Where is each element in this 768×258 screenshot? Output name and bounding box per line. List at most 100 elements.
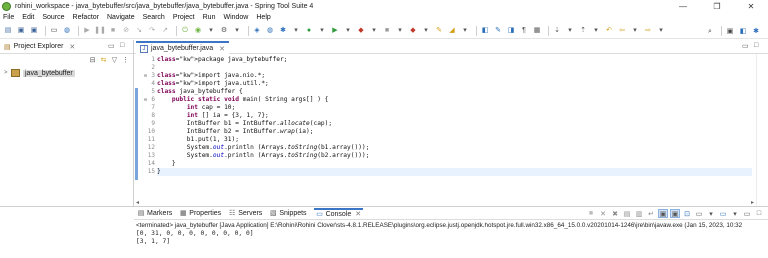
coverage-icon[interactable]: ◆ <box>356 26 366 36</box>
editor-horizontal-scrollbar[interactable]: ◂ ▸ <box>134 199 756 206</box>
dropdown-icon[interactable]: ▾ <box>395 26 405 36</box>
remove-all-terminated-icon[interactable]: ✖ <box>610 209 620 218</box>
dropdown-icon[interactable]: ▾ <box>369 26 379 36</box>
collapse-all-icon[interactable]: ⊟ <box>88 55 97 64</box>
clear-console-icon[interactable]: ▤ <box>622 209 632 218</box>
dropdown-icon[interactable]: ▾ <box>460 26 470 36</box>
menu-search[interactable]: Search <box>143 14 165 21</box>
menu-refactor[interactable]: Refactor <box>73 14 99 21</box>
new-class-icon[interactable]: ◢ <box>447 26 457 36</box>
close-icon[interactable]: ✕ <box>69 43 75 51</box>
step-return-icon[interactable]: ↗ <box>160 26 170 36</box>
last-edit-icon[interactable]: ↶ <box>604 26 614 36</box>
fold-icon[interactable]: ⊖ <box>144 72 147 80</box>
menu-navigate[interactable]: Navigate <box>107 14 135 21</box>
toggle-mark-icon[interactable]: ◨ <box>506 26 516 36</box>
block-selection-icon[interactable]: ▦ <box>532 26 542 36</box>
open-type-icon[interactable]: ◈ <box>252 26 262 36</box>
search-icon[interactable]: ⌕ <box>705 26 715 36</box>
pin-console-icon[interactable]: ⊡ <box>682 209 692 218</box>
settings-icon[interactable]: ⚙ <box>219 26 229 36</box>
java-perspective-icon[interactable]: ◧ <box>738 26 748 36</box>
terminate-icon[interactable]: ■ <box>586 209 596 218</box>
tab-console[interactable]: ▭ Console ✕ <box>313 208 364 218</box>
show-on-stderr-icon[interactable]: ▣ <box>670 209 680 218</box>
scroll-left-icon[interactable]: ◂ <box>136 199 139 206</box>
show-on-stdout-icon[interactable]: ▣ <box>658 209 668 218</box>
run-icon[interactable]: ● <box>304 26 314 36</box>
dropdown-icon[interactable]: ▾ <box>591 26 601 36</box>
maximize-view-icon[interactable]: □ <box>754 209 764 218</box>
maximize-view-icon[interactable]: □ <box>754 42 758 49</box>
dropdown-icon[interactable]: ▾ <box>630 26 640 36</box>
tree-item-java-bytebuffer[interactable]: > java_bytebuffer <box>4 68 75 78</box>
debug-icon[interactable]: ✱ <box>278 26 288 36</box>
editor-tab-java-bytebuffer[interactable]: J java_bytebuffer.java ✕ <box>136 41 230 54</box>
minimize-button[interactable]: — <box>666 0 700 12</box>
tab-properties[interactable]: ▦ Properties <box>179 209 221 218</box>
scroll-right-icon[interactable]: ▸ <box>751 199 754 206</box>
project-explorer-tab[interactable]: ▤ Project Explorer ✕ ▭ □ <box>0 40 133 54</box>
globe-icon[interactable]: ◍ <box>265 26 275 36</box>
menu-run[interactable]: Run <box>203 14 216 21</box>
minimize-view-icon[interactable]: ▭ <box>742 209 752 218</box>
menu-edit[interactable]: Edit <box>22 14 34 21</box>
menu-source[interactable]: Source <box>42 14 64 21</box>
disconnect-icon[interactable]: ⊘ <box>121 26 131 36</box>
maximize-view-icon[interactable]: □ <box>120 42 124 49</box>
chevron-right-icon[interactable]: > <box>4 70 11 76</box>
menu-file[interactable]: File <box>3 14 14 21</box>
terminate-icon[interactable]: ■ <box>108 26 118 36</box>
tab-markers[interactable]: ▤ Markers <box>137 209 173 218</box>
dropdown-icon[interactable]: ▾ <box>291 26 301 36</box>
pen-icon[interactable]: ✎ <box>493 26 503 36</box>
dropdown-icon[interactable]: ▾ <box>317 26 327 36</box>
menu-project[interactable]: Project <box>173 14 195 21</box>
step-over-icon[interactable]: ↷ <box>147 26 157 36</box>
view-menu-icon[interactable]: ⋮ <box>121 55 130 64</box>
dropdown-icon[interactable]: ▾ <box>565 26 575 36</box>
dropdown-icon[interactable]: ▾ <box>232 26 242 36</box>
show-whitespace-icon[interactable]: ¶ <box>519 26 529 36</box>
terminal-icon[interactable]: ▭ <box>49 26 59 36</box>
minimize-view-icon[interactable]: ▭ <box>742 42 749 50</box>
run-last-icon[interactable]: ▶ <box>330 26 340 36</box>
open-console-icon[interactable]: ▭ <box>718 209 728 218</box>
link-with-editor-icon[interactable]: ⇆ <box>99 55 108 64</box>
menu-window[interactable]: Window <box>223 14 248 21</box>
close-button[interactable]: ✕ <box>734 0 768 12</box>
close-icon[interactable]: ✕ <box>219 45 225 53</box>
boot-dashboard-icon[interactable]: ⏻ <box>180 26 190 36</box>
skip-breakpoints-icon[interactable]: ◍ <box>62 26 72 36</box>
dropdown-icon[interactable]: ▾ <box>343 26 353 36</box>
tab-servers[interactable]: ☷ Servers <box>228 209 262 218</box>
dropdown-icon[interactable]: ▾ <box>421 26 431 36</box>
dropdown-icon[interactable]: ▾ <box>730 209 740 218</box>
new-package-icon[interactable]: ✎ <box>434 26 444 36</box>
open-perspective-icon[interactable]: ▣ <box>725 26 735 36</box>
tab-snippets[interactable]: ▧ Snippets <box>269 209 307 218</box>
editor-overview-ruler[interactable] <box>756 54 768 206</box>
external-tools-icon[interactable]: ■ <box>382 26 392 36</box>
new-java-project-icon[interactable]: ◆ <box>408 26 418 36</box>
menu-help[interactable]: Help <box>256 14 270 21</box>
dropdown-icon[interactable]: ▾ <box>656 26 666 36</box>
dropdown-icon[interactable]: ▾ <box>206 26 216 36</box>
step-into-icon[interactable]: ↘ <box>134 26 144 36</box>
scroll-lock-icon[interactable]: ▥ <box>634 209 644 218</box>
forward-icon[interactable]: ⇨ <box>643 26 653 36</box>
spring-icon[interactable]: ◉ <box>193 26 203 36</box>
resume-icon[interactable]: ▶ <box>82 26 92 36</box>
debug-perspective-icon[interactable]: ✱ <box>751 26 761 36</box>
console-output[interactable]: [0, 31, 0, 0, 0, 0, 0, 0, 0, 0] [3, 1, 7… <box>134 230 768 246</box>
open-task-icon[interactable]: ◧ <box>480 26 490 36</box>
word-wrap-icon[interactable]: ↵ <box>646 209 656 218</box>
suspend-icon[interactable]: ❚❚ <box>94 26 106 36</box>
display-selected-console-icon[interactable]: ▭ <box>694 209 704 218</box>
remove-launch-icon[interactable]: ✕ <box>598 209 608 218</box>
code-editor[interactable]: 1 2 3 4 5 6 7 8 9 10 11 12 13 14 15 ⊖ ⊖ … <box>134 54 756 206</box>
close-icon[interactable]: ✕ <box>355 210 361 218</box>
new-icon[interactable]: ▤ <box>3 26 13 36</box>
dropdown-icon[interactable]: ▾ <box>706 209 716 218</box>
fold-icon[interactable]: ⊖ <box>144 96 147 104</box>
